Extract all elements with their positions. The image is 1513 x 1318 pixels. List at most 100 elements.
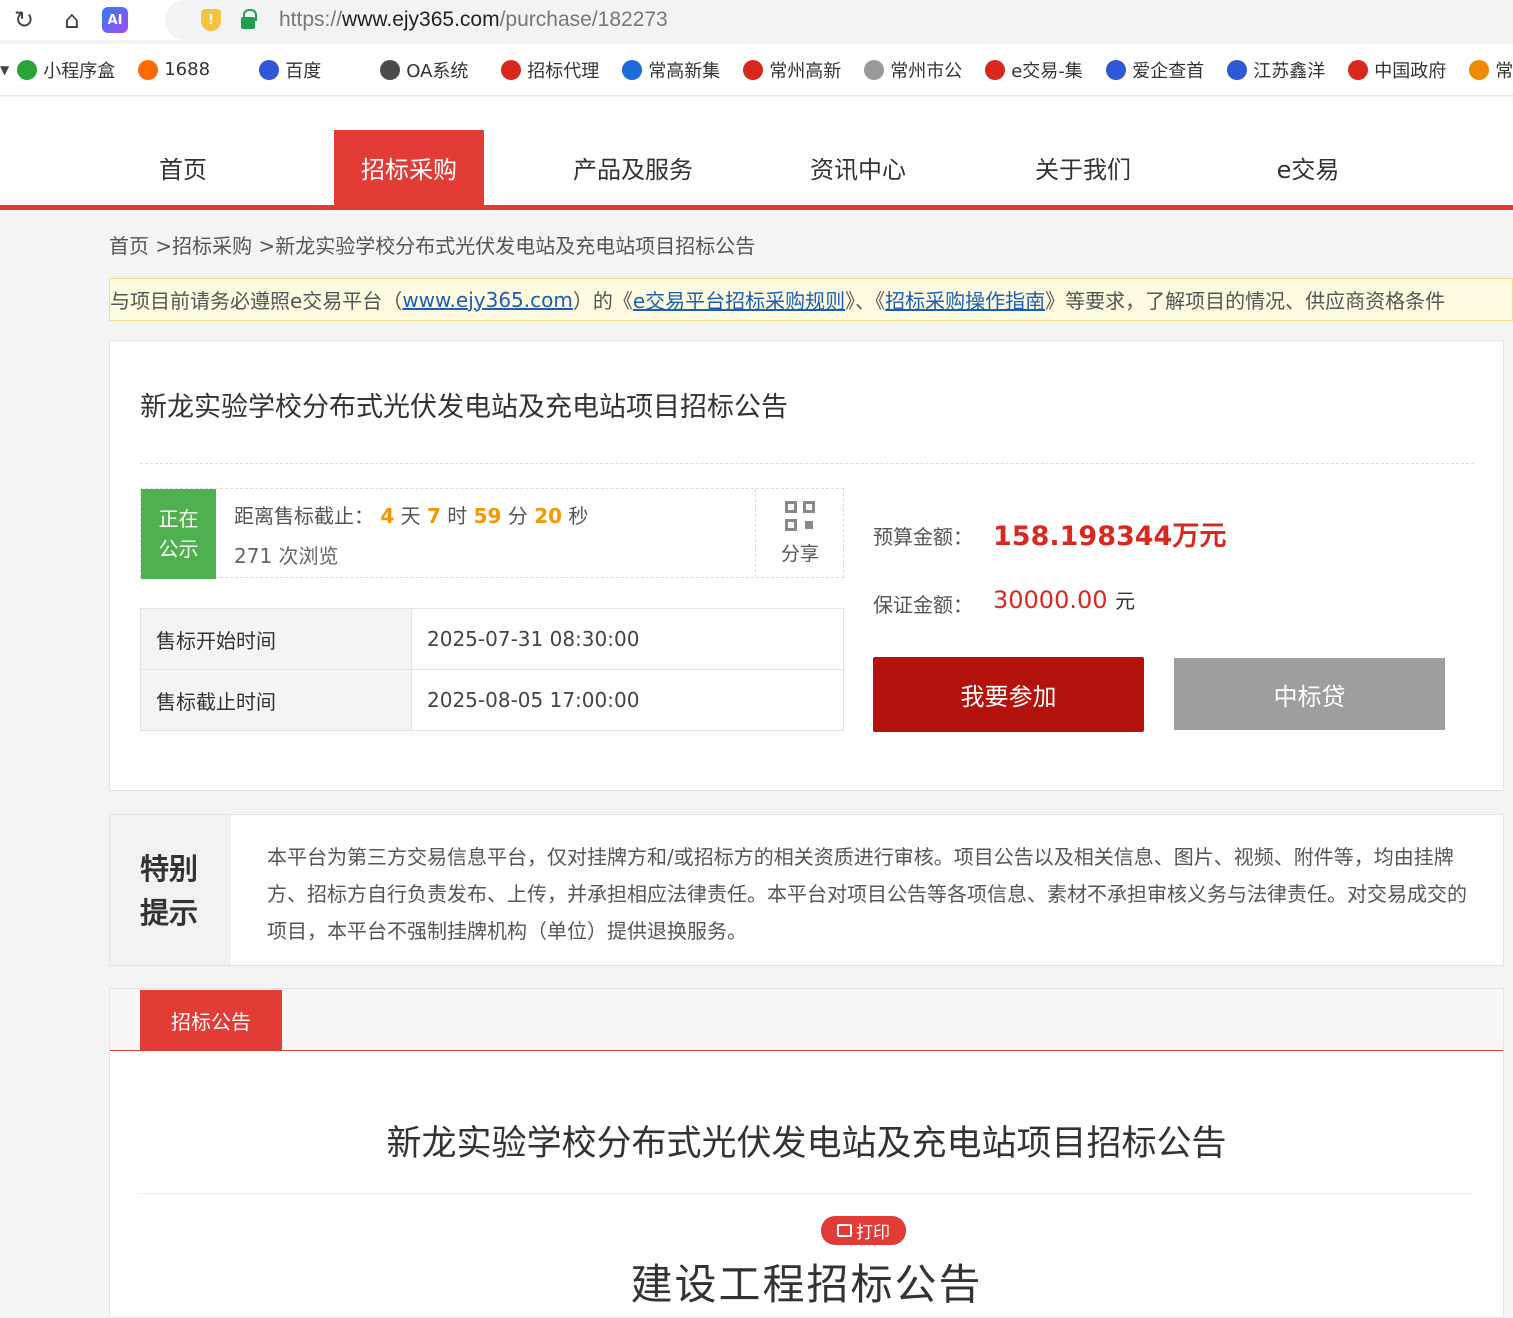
ejy-icon xyxy=(985,59,1006,80)
bookmark-label: 江苏鑫洋 xyxy=(1253,60,1326,82)
browser-toolbar: ↻ ⌂ AI ! https://www.ejy365.com/purchase… xyxy=(0,0,1513,40)
bookmark-item[interactable]: 常州市会 xyxy=(1461,44,1513,96)
nav-etrade[interactable]: e交易 xyxy=(1233,130,1383,205)
countdown: 距离售标截止： 4 天 7 时 59 分 20 秒 xyxy=(234,504,589,528)
bookmark-item[interactable]: e交易-集 xyxy=(977,44,1098,96)
nav-products[interactable]: 产品及服务 xyxy=(558,130,708,205)
share-label: 分享 xyxy=(780,542,819,565)
print-button[interactable]: 打印 xyxy=(821,1216,906,1245)
announcement-title: 新龙实验学校分布式光伏发电站及充电站项目招标公告 xyxy=(386,1124,1227,1164)
bid-loan-button[interactable]: 中标贷 xyxy=(1174,658,1445,730)
notice-text: 》等要求，了解项目的情况、供应商资格条件 xyxy=(1045,289,1446,313)
bookmark-item[interactable]: 小程序盒 xyxy=(9,44,130,96)
notice-text: ）的《 xyxy=(572,289,633,313)
ai-extension-icon[interactable]: AI xyxy=(102,7,128,33)
table-row: 售标截止时间 2025-08-05 17:00:00 xyxy=(140,669,844,731)
budget-value: 158.198344万元 xyxy=(993,521,1227,552)
qr-code-icon xyxy=(785,500,815,531)
sale-end-label: 售标截止时间 xyxy=(140,669,412,731)
nav-underline xyxy=(0,205,1513,210)
printer-icon xyxy=(837,1224,852,1237)
breadcrumb[interactable]: 首页 >招标采购 >新龙实验学校分布式光伏发电站及充电站项目招标公告 xyxy=(109,230,755,259)
rules-notice: 与项目前请务必遵照e交易平台（ www.ejy365.com ）的《 e交易平台招标采… xyxy=(109,278,1513,321)
aiqicha-icon xyxy=(1106,59,1127,80)
status-box: 正在 公示 距离售标截止： 4 天 7 时 59 分 20 秒 271 次浏览 分… xyxy=(140,488,844,579)
divider xyxy=(138,1193,1474,1194)
announcement-tabs: 招标公告 xyxy=(110,989,1503,1051)
reload-icon[interactable]: ↻ xyxy=(0,0,48,40)
shield-icon[interactable]: ! xyxy=(201,9,221,31)
bookmark-item[interactable]: 常高新集 xyxy=(614,44,735,96)
notice-text: 》、《 xyxy=(845,289,886,313)
bookmark-item[interactable]: 江苏鑫洋 xyxy=(1219,44,1340,96)
sale-time-table: 售标开始时间 2025-07-31 08:30:00 售标截止时间 2025-0… xyxy=(140,608,844,731)
bookmark-item[interactable]: 百度 xyxy=(251,44,372,96)
special-notice-label: 特别 提示 xyxy=(110,815,231,965)
bookmark-item[interactable]: 1688 xyxy=(130,44,251,96)
bookmark-label: 小程序盒 xyxy=(43,60,116,82)
home-icon[interactable]: ⌂ xyxy=(48,0,96,40)
bookmark-label: e交易-集 xyxy=(1011,60,1083,82)
project-title: 新龙实验学校分布式光伏发电站及充电站项目招标公告 xyxy=(140,392,788,423)
oa-icon xyxy=(380,59,401,80)
address-bar[interactable]: ! https://www.ejy365.com/purchase/182273 xyxy=(165,0,1513,40)
lock-icon[interactable] xyxy=(241,9,257,29)
deposit-value: 30000.00 元 xyxy=(993,586,1136,614)
notice-text: 与项目前请务必遵照e交易平台（ xyxy=(110,289,403,313)
tab-tender-notice[interactable]: 招标公告 xyxy=(140,990,282,1051)
bookmark-label: 招标代理 xyxy=(527,60,600,82)
view-count: 271 次浏览 xyxy=(234,544,339,568)
divider xyxy=(140,463,1474,464)
budget-label: 预算金额： xyxy=(873,525,973,549)
bookmark-label: 百度 xyxy=(285,60,322,82)
join-button[interactable]: 我要参加 xyxy=(873,657,1144,732)
deposit-label: 保证金额： xyxy=(873,593,973,617)
site-link[interactable]: www.ejy365.com xyxy=(402,288,573,312)
baidu-paw-icon xyxy=(259,59,280,80)
bookmark-item[interactable]: 招标代理 xyxy=(493,44,614,96)
guide-link[interactable]: 招标采购操作指南 xyxy=(885,285,1045,314)
emblem-icon xyxy=(743,59,764,80)
bookmark-label: 常高新集 xyxy=(648,60,721,82)
bookmark-label: 中国政府 xyxy=(1374,60,1447,82)
table-row: 售标开始时间 2025-07-31 08:30:00 xyxy=(140,608,844,670)
url-text[interactable]: https://www.ejy365.com/purchase/182273 xyxy=(279,8,668,32)
bookmark-label: 爱企查首 xyxy=(1132,60,1205,82)
special-notice: 特别 提示 本平台为第三方交易信息平台，仅对挂牌方和/或招标方的相关资质进行审核。… xyxy=(109,814,1504,966)
project-card: 新龙实验学校分布式光伏发电站及充电站项目招标公告 正在 公示 距离售标截止： 4 … xyxy=(109,340,1504,791)
sale-end-value: 2025-08-05 17:00:00 xyxy=(411,669,844,731)
pdf-icon xyxy=(501,59,522,80)
nav-home[interactable]: 首页 xyxy=(108,130,258,205)
emblem-icon xyxy=(1348,59,1369,80)
bookmark-label: 常州高新 xyxy=(769,60,842,82)
bookmark-item[interactable]: 常州市公 xyxy=(856,44,977,96)
share-button[interactable]: 分享 xyxy=(755,489,844,577)
globe-icon xyxy=(864,59,885,80)
nav-tender[interactable]: 招标采购 xyxy=(334,130,484,205)
bookmark-label: 常州市会 xyxy=(1495,60,1513,82)
alibaba-icon xyxy=(138,59,159,80)
site-header: 首页 招标采购 产品及服务 资讯中心 关于我们 e交易 xyxy=(0,97,1513,210)
bookmark-item[interactable]: 爱企查首 xyxy=(1098,44,1219,96)
nav-news[interactable]: 资讯中心 xyxy=(783,130,933,205)
rules-link[interactable]: e交易平台招标采购规则 xyxy=(633,285,845,314)
aiqicha-icon xyxy=(1227,59,1248,80)
sale-start-label: 售标开始时间 xyxy=(140,608,412,670)
bookmarks-caret-icon[interactable]: ▼ xyxy=(0,63,9,77)
bookmark-item[interactable]: 中国政府 xyxy=(1340,44,1461,96)
bookmark-label: OA系统 xyxy=(406,60,469,82)
orange-ring-icon xyxy=(1469,59,1490,80)
main-nav: 首页 招标采购 产品及服务 资讯中心 关于我们 e交易 xyxy=(0,130,1513,205)
special-notice-text: 本平台为第三方交易信息平台，仅对挂牌方和/或招标方的相关资质进行审核。项目公告以… xyxy=(267,845,1467,943)
nav-about[interactable]: 关于我们 xyxy=(1008,130,1158,205)
bookmark-item[interactable]: 常州高新 xyxy=(735,44,856,96)
shield-green-icon xyxy=(17,59,38,80)
sale-start-value: 2025-07-31 08:30:00 xyxy=(411,608,844,670)
bookmarks-bar: ▼ 小程序盒 1688 百度 OA系统 招标代理 常高新集 常州高新 常州市公 e交易-集 爱企查… xyxy=(0,44,1513,96)
bookmark-item[interactable]: OA系统 xyxy=(372,44,493,96)
bookmark-label: 1688 xyxy=(164,59,211,80)
circle-c-icon xyxy=(622,59,643,80)
announcement-subtitle: 建设工程招标公告 xyxy=(630,1260,983,1309)
status-badge: 正在 公示 xyxy=(141,489,216,579)
announcement-section: 招标公告 新龙实验学校分布式光伏发电站及充电站项目招标公告 打印 建设工程招标公… xyxy=(109,988,1504,1318)
